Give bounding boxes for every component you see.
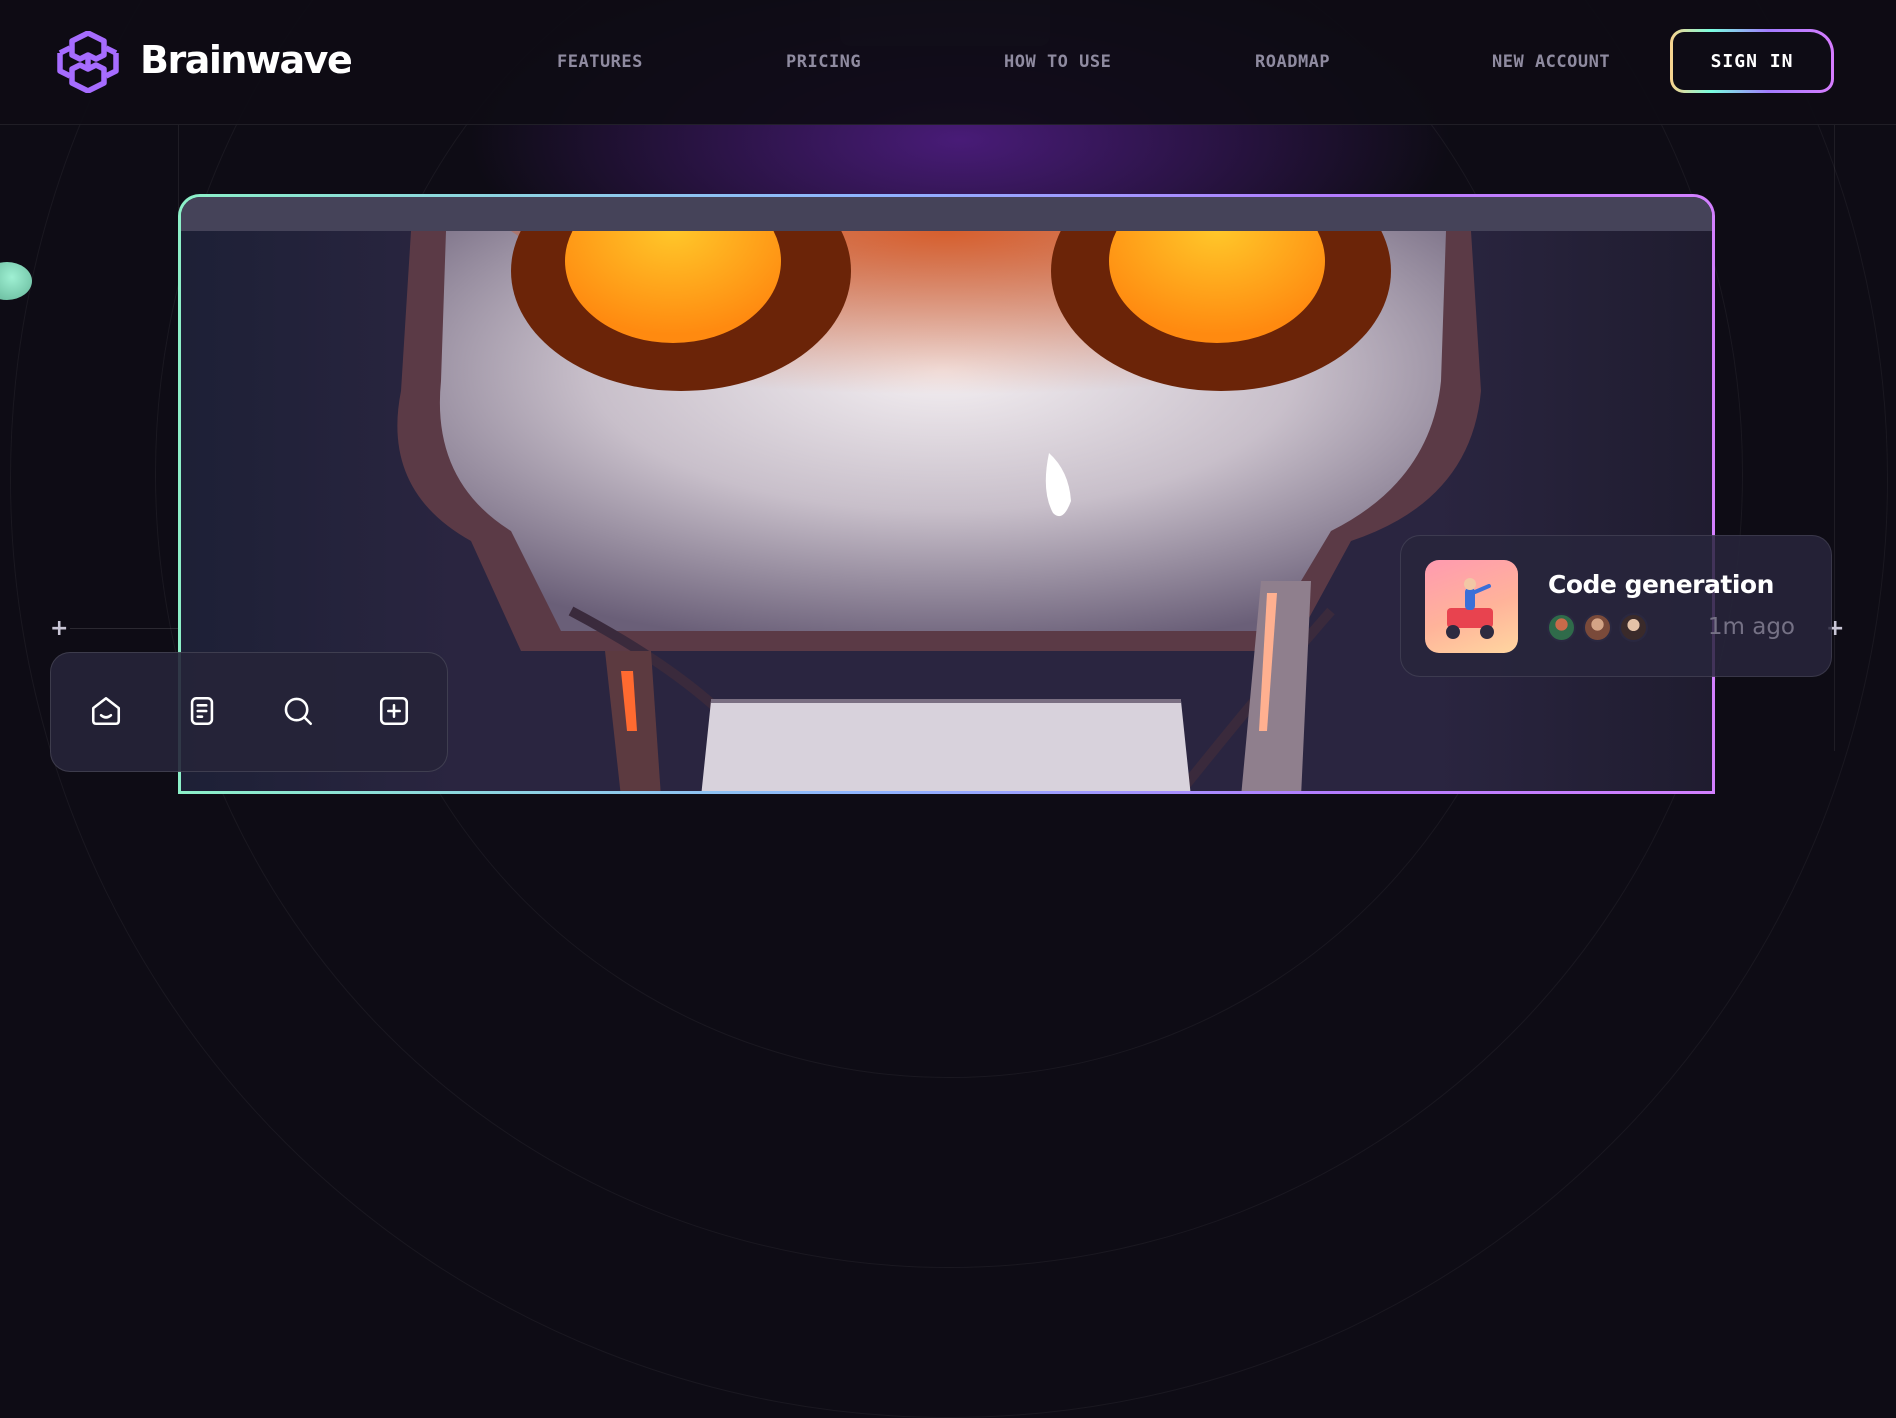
avatar-1 <box>1547 613 1576 642</box>
search-button[interactable] <box>276 689 320 733</box>
notification-title: Code generation <box>1548 570 1774 599</box>
brand-name[interactable]: Brainwave <box>140 38 353 82</box>
search-icon <box>284 697 313 726</box>
decor-line-right <box>1834 125 1835 751</box>
notification-thumbnail <box>1425 560 1518 653</box>
nav-roadmap[interactable]: ROADMAP <box>1255 52 1330 72</box>
plus-icon-left: + <box>50 616 69 641</box>
bottom-toolbar <box>50 652 448 772</box>
rider-on-cart-illustration <box>1446 578 1494 639</box>
document-button[interactable] <box>180 689 224 733</box>
home-icon <box>91 696 121 726</box>
notification-time: 1m ago <box>1707 614 1795 640</box>
nav-pricing[interactable]: PRICING <box>786 52 861 72</box>
nav-how-to-use[interactable]: HOW TO USE <box>1004 52 1111 72</box>
add-square-icon <box>379 696 409 726</box>
nav-features[interactable]: FEATURES <box>557 52 643 72</box>
sign-in-button[interactable]: SIGN IN <box>1670 29 1834 93</box>
avatar-3 <box>1619 613 1648 642</box>
new-account-link[interactable]: NEW ACCOUNT <box>1492 52 1610 72</box>
home-button[interactable] <box>84 689 128 733</box>
notification-card[interactable]: Code generation 1m ago <box>1400 535 1832 677</box>
site-header: Brainwave FEATURES PRICING HOW TO USE RO… <box>0 0 1896 125</box>
avatar-2 <box>1583 613 1612 642</box>
hero-frame-bar <box>181 197 1712 231</box>
add-button[interactable] <box>372 689 416 733</box>
document-icon <box>190 696 214 726</box>
brainwave-logo-icon[interactable] <box>56 31 120 93</box>
sign-in-label: SIGN IN <box>1710 50 1794 72</box>
decor-hline-left <box>70 628 178 629</box>
